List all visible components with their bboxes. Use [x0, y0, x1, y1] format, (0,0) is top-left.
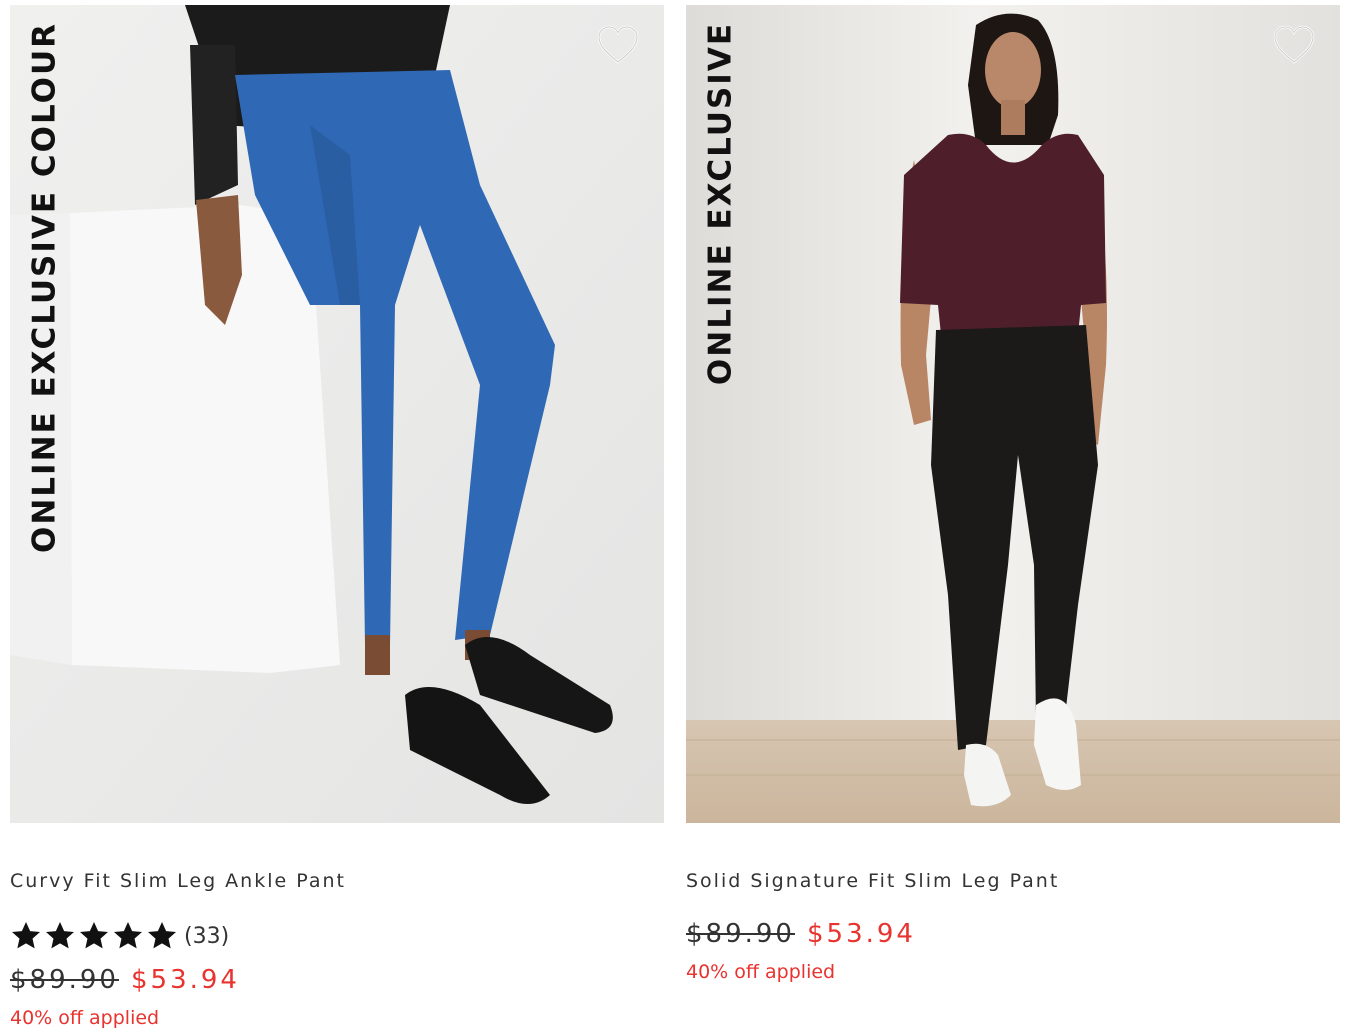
- product-image[interactable]: ONLINE EXCLUSIVE COLOUR: [10, 5, 664, 823]
- sale-price: $53.94: [806, 919, 916, 949]
- price-row: $89.90 $53.94: [686, 919, 916, 949]
- product-image[interactable]: ONLINE EXCLUSIVE: [686, 5, 1340, 823]
- original-price: $89.90: [686, 919, 795, 949]
- discount-label: 40% off applied: [686, 961, 836, 983]
- star-icon: [12, 922, 40, 949]
- star-icon: [114, 922, 142, 949]
- review-count[interactable]: (33): [184, 924, 229, 949]
- badge-text: ONLINE EXCLUSIVE COLOUR: [26, 22, 63, 554]
- product-card[interactable]: ONLINE EXCLUSIVE Solid Signature Fit Sli…: [686, 5, 1340, 1032]
- heart-outline-icon: [1273, 25, 1315, 64]
- star-icon: [148, 922, 176, 949]
- product-photo-illustration: [10, 5, 664, 823]
- original-price: $89.90: [10, 965, 119, 995]
- discount-label: 40% off applied: [10, 1007, 160, 1029]
- badge-text: ONLINE EXCLUSIVE: [702, 22, 739, 386]
- product-title[interactable]: Curvy Fit Slim Leg Ankle Pant: [10, 870, 346, 892]
- price-row: $89.90 $53.94: [10, 965, 240, 995]
- wishlist-button[interactable]: [1273, 25, 1315, 65]
- product-photo-illustration: [686, 5, 1340, 823]
- star-icon: [80, 922, 108, 949]
- product-rating[interactable]: (33): [10, 919, 229, 953]
- sale-price: $53.94: [130, 965, 240, 995]
- product-title[interactable]: Solid Signature Fit Slim Leg Pant: [686, 870, 1059, 892]
- wishlist-button[interactable]: [597, 25, 639, 65]
- heart-outline-icon: [597, 25, 639, 64]
- star-rating: [10, 920, 178, 952]
- product-card[interactable]: ONLINE EXCLUSIVE COLOUR Curvy Fit Slim L…: [10, 5, 664, 1032]
- star-icon: [46, 922, 74, 949]
